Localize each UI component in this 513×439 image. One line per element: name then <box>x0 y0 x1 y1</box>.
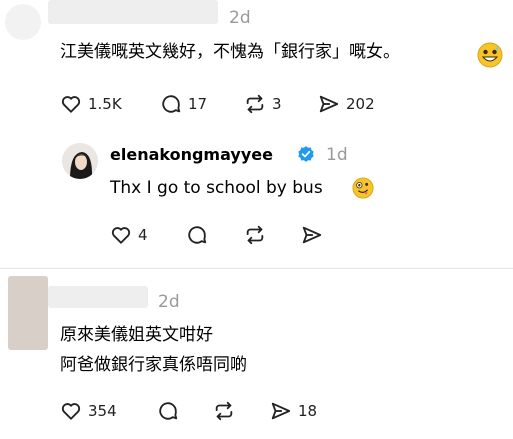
reply-avatar[interactable] <box>62 143 98 179</box>
repost-icon <box>215 401 233 421</box>
like-button[interactable]: 354 <box>60 400 117 422</box>
heart-icon <box>111 227 131 244</box>
share-count: 202 <box>346 95 375 113</box>
like-button[interactable]: 1.5K <box>60 93 122 115</box>
send-icon <box>319 95 339 113</box>
send-icon <box>302 226 322 244</box>
comment-time: 2d <box>158 292 180 312</box>
username-redacted <box>48 286 148 308</box>
verified-badge-icon <box>297 145 315 167</box>
zany-face-emoji-icon <box>352 177 374 203</box>
repost-icon <box>246 94 264 114</box>
reply-text: Thx I go to school by bus <box>110 178 323 198</box>
reply-reply-button[interactable] <box>186 224 208 246</box>
comment-text: 江美儀嘅英文幾好，不愧為「銀行家」嘅女。 <box>60 42 400 62</box>
comment-text-row: 江美儀嘅英文幾好，不愧為「銀行家」嘅女。 <box>60 40 400 64</box>
like-count: 1.5K <box>88 95 122 113</box>
reply-share-button[interactable] <box>301 224 323 246</box>
grinning-sweat-emoji-icon <box>477 42 503 72</box>
avatar[interactable] <box>5 4 41 40</box>
repost-button[interactable]: 3 <box>244 93 282 115</box>
comment-icon <box>159 402 178 420</box>
share-count: 18 <box>298 402 318 420</box>
reply-like-button[interactable]: 4 <box>110 224 148 246</box>
reply-repost-button[interactable] <box>244 224 266 246</box>
reply-like-count: 4 <box>138 226 148 244</box>
divider <box>0 268 513 269</box>
reply-button[interactable]: 17 <box>160 93 207 115</box>
comment-text-line-1: 原來美儀姐英文咁好 <box>60 325 213 345</box>
repost-icon <box>246 225 264 245</box>
avatar-redacted[interactable] <box>8 276 48 350</box>
comment-icon <box>188 226 207 244</box>
share-button[interactable]: 202 <box>318 93 375 115</box>
reply-count: 17 <box>188 95 208 113</box>
heart-icon <box>61 96 81 113</box>
comment-icon <box>162 95 181 113</box>
repost-button[interactable] <box>213 400 235 422</box>
comment-time: 2d <box>229 8 251 28</box>
send-icon <box>271 402 291 420</box>
repost-count: 3 <box>272 95 282 113</box>
comment-text-line-2: 阿爸做銀行家真係唔同啲 <box>60 355 247 375</box>
reply-button[interactable] <box>157 400 179 422</box>
share-button[interactable]: 18 <box>270 400 317 422</box>
heart-icon <box>61 403 81 420</box>
reply-time: 1d <box>326 145 348 165</box>
username-redacted <box>48 0 218 24</box>
reply-username[interactable]: elenakongmayyee <box>110 145 273 164</box>
like-count: 354 <box>88 402 117 420</box>
